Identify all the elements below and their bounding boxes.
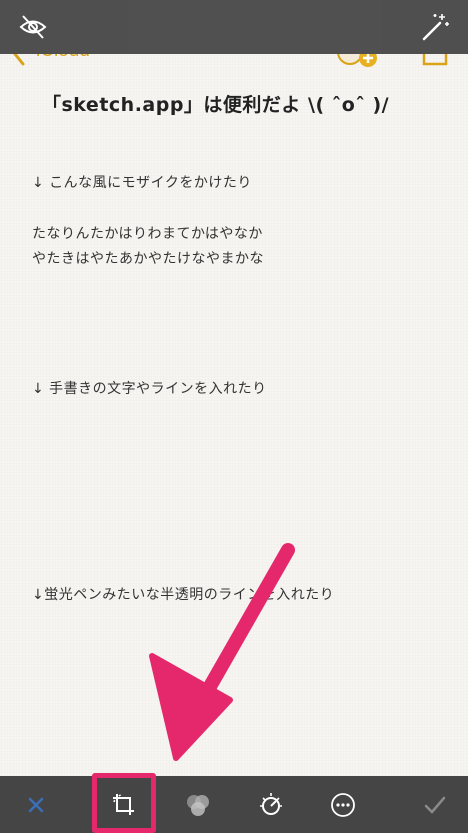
compose-icon[interactable] (420, 54, 452, 68)
note-line: ↓蛍光ペンみたいな半透明のラインを入れたり (32, 587, 335, 603)
note-title: 「sketch.app」は便利だよ \( ˆoˆ )/ (42, 94, 390, 116)
note-line: やたきはやたあかやたけなやまかな (32, 251, 264, 267)
eye-slash-icon[interactable] (18, 12, 48, 42)
chevron-left-icon[interactable] (12, 54, 26, 66)
back-label[interactable]: iCloud (36, 54, 90, 62)
adjust-dial-icon[interactable] (257, 791, 285, 819)
notes-header: iCloud (0, 54, 468, 74)
editor-toolbar (0, 776, 468, 833)
more-icon[interactable] (329, 791, 357, 819)
note-line: たなりんたかはりわまてかはやなか (32, 226, 263, 242)
note-canvas (0, 54, 468, 776)
checkmark-icon[interactable] (421, 791, 449, 819)
note-line: ↓ こんな風にモザイクをかけたり (32, 175, 252, 191)
magic-wand-icon[interactable] (420, 12, 450, 42)
editor-top-bar (0, 0, 468, 54)
crop-highlight-box (92, 773, 156, 833)
add-person-icon[interactable] (334, 54, 384, 72)
filters-icon[interactable] (184, 791, 212, 819)
close-icon[interactable] (22, 791, 50, 819)
note-line: ↓ 手書きの文字やラインを入れたり (32, 381, 267, 397)
